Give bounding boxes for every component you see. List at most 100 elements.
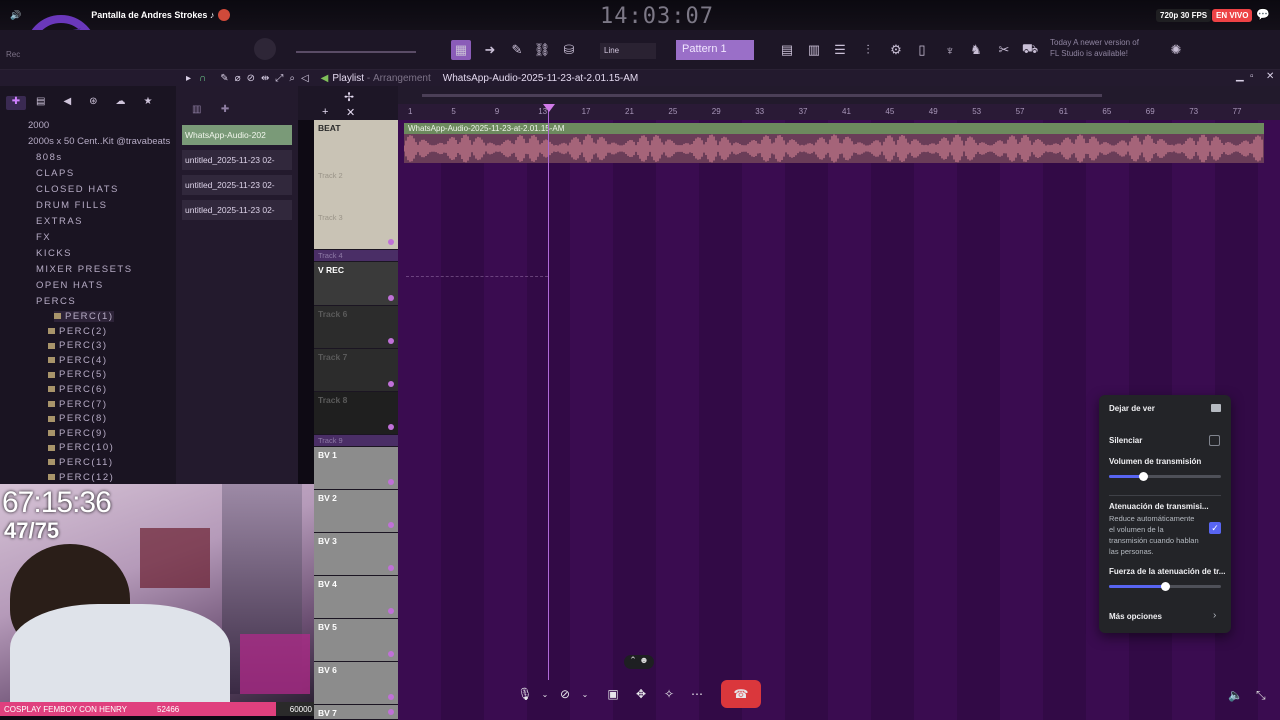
browser-file[interactable]: PERC(10) <box>48 442 114 453</box>
clip-item[interactable]: untitled_2025-11-23 02- <box>182 150 292 170</box>
playhead[interactable] <box>548 104 549 680</box>
mixer-icon[interactable]: ☰ <box>830 40 850 60</box>
timeline-ruler[interactable]: 1 5 9 13 17 21 25 29 33 37 41 45 49 53 57 61 65 69 73 77 <box>398 104 1280 120</box>
activities-icon[interactable]: ✥ <box>629 680 653 708</box>
clip-item[interactable]: WhatsApp-Audio-202 <box>182 125 292 145</box>
camera-options-chevron-icon[interactable]: ⌄ <box>573 680 597 708</box>
track-header[interactable]: Track 3 <box>314 210 398 224</box>
track-header[interactable]: Track 7 <box>314 349 398 392</box>
more-icon[interactable]: ⋯ <box>685 680 709 708</box>
browser-file[interactable]: PERC(1) <box>54 311 114 322</box>
track-select-dot[interactable] <box>388 424 394 430</box>
browser-folder[interactable]: PERCS <box>36 296 76 307</box>
fl-logo-icon[interactable]: ✺ <box>1166 40 1186 60</box>
browser-tab-icons[interactable]: ▤◀⊛☁★ <box>36 96 170 107</box>
plugin-icon[interactable]: ⚙ <box>886 40 906 60</box>
track-header[interactable]: Track 2 <box>314 168 398 182</box>
browser-add-icon[interactable]: ✚ <box>6 96 26 110</box>
track-select-dot[interactable] <box>388 694 394 700</box>
track-header[interactable]: BV 3 <box>314 533 398 576</box>
track-select-dot[interactable] <box>388 338 394 344</box>
soundboard-icon[interactable]: ✧ <box>657 680 681 708</box>
mute-checkbox[interactable] <box>1209 435 1220 446</box>
browser-folder[interactable]: MIXER PRESETS <box>36 264 133 275</box>
fullscreen-exit-icon[interactable]: ⤡ <box>1256 688 1266 703</box>
browser-file[interactable]: PERC(4) <box>48 355 108 366</box>
track-select-dot[interactable] <box>388 709 394 715</box>
snap-select[interactable]: Line <box>600 43 656 59</box>
browser-file[interactable]: PERC(12) <box>48 472 114 483</box>
browser-file[interactable]: PERC(7) <box>48 399 108 410</box>
browser-folder[interactable]: CLOSED HATS <box>36 184 119 195</box>
track-select-dot[interactable] <box>388 522 394 528</box>
track-header[interactable]: BEAT <box>314 120 398 250</box>
browser-file[interactable]: PERC(3) <box>48 340 108 351</box>
chevron-right-icon[interactable]: › <box>1213 610 1216 621</box>
track-select-dot[interactable] <box>388 295 394 301</box>
remove-track-icon[interactable]: ✕ <box>346 106 355 119</box>
clip-item[interactable]: untitled_2025-11-23 02- <box>182 175 292 195</box>
browser-folder[interactable]: EXTRAS <box>36 216 83 227</box>
channel-rack-icon[interactable]: ▥ <box>804 40 824 60</box>
stop-watching-icon[interactable] <box>1211 404 1221 412</box>
volume-slider[interactable] <box>1109 472 1221 481</box>
track-header[interactable]: Track 9 <box>314 435 398 447</box>
track-select-dot[interactable] <box>388 651 394 657</box>
track-header[interactable]: Track 4 <box>314 250 398 262</box>
play-icon[interactable]: ▸ <box>186 73 191 84</box>
clip-item[interactable]: untitled_2025-11-23 02- <box>182 200 292 220</box>
add-track-icon[interactable]: + <box>322 106 328 118</box>
master-pitch-slider[interactable] <box>296 51 416 53</box>
horizontal-scrollbar[interactable] <box>422 94 1102 97</box>
pattern-select[interactable]: Pattern 1 <box>676 40 754 60</box>
person-icon[interactable]: ♞ <box>966 40 986 60</box>
track-header[interactable]: BV 7 <box>314 705 398 720</box>
strength-slider[interactable] <box>1109 582 1221 591</box>
browser-file[interactable]: PERC(2) <box>48 326 108 337</box>
track-select-dot[interactable] <box>388 565 394 571</box>
magnet-icon[interactable]: ∩ <box>199 73 206 84</box>
disconnect-button[interactable]: ☎ <box>721 680 761 708</box>
track-select-dot[interactable] <box>388 239 394 245</box>
tools-icons[interactable]: ✎⌀⊘⇹⤢⌕◁ <box>220 73 314 84</box>
track-header[interactable]: BV 4 <box>314 576 398 619</box>
browser-file[interactable]: PERC(6) <box>48 384 108 395</box>
plug-icon[interactable]: ♆ <box>940 40 960 60</box>
browser-folder[interactable]: FX <box>36 232 51 243</box>
volume-icon[interactable]: 🔈 <box>1228 688 1243 702</box>
browser-folder[interactable]: 2000 <box>28 120 49 131</box>
browser-file[interactable]: PERC(5) <box>48 369 108 380</box>
close-icon[interactable]: ✕ <box>1266 71 1274 82</box>
more-options-label[interactable]: Más opciones <box>1109 612 1162 621</box>
browser-folder[interactable]: 808s <box>36 152 63 163</box>
maximize-icon[interactable]: ▫ <box>1250 71 1254 82</box>
track-select-dot[interactable] <box>388 381 394 387</box>
chat-icon[interactable]: 💬 <box>1256 8 1270 21</box>
browser-file[interactable]: PERC(11) <box>48 457 114 468</box>
stamp-icon[interactable]: ⛁ <box>559 40 579 60</box>
track-header[interactable]: Track 6 <box>314 306 398 349</box>
browser-folder[interactable]: 2000s x 50 Cent..Kit @travabeats <box>28 136 170 147</box>
cart-icon[interactable]: ⛟ <box>1020 40 1040 60</box>
piano-roll-icon[interactable]: ▦ <box>451 40 471 60</box>
track-header[interactable]: Track 8 <box>314 392 398 435</box>
file-icon[interactable]: ▯ <box>912 40 932 60</box>
screen-share-icon[interactable]: ▣ <box>601 680 625 708</box>
browser-folder[interactable]: KICKS <box>36 248 72 259</box>
mic-icon[interactable]: ✂ <box>994 40 1014 60</box>
volume-knob[interactable] <box>1138 472 1148 481</box>
arrow-right-icon[interactable]: ➜ <box>480 40 500 60</box>
track-header[interactable]: V REC <box>314 262 398 306</box>
clip-list-tools[interactable]: ▥ ✚ <box>192 104 229 115</box>
news-panel[interactable]: Today A newer version of FL Studio is av… <box>1050 38 1139 60</box>
song-clock[interactable]: 14:03:07 <box>600 4 714 29</box>
track-select-dot[interactable] <box>388 479 394 485</box>
playhead-marker[interactable] <box>543 104 555 112</box>
participants-toggle[interactable]: ⌃ ☻ <box>624 655 654 669</box>
browser-folder[interactable]: CLAPS <box>36 168 75 179</box>
playlist-mode[interactable]: Arrangement <box>373 73 431 84</box>
minimize-icon[interactable]: ▁ <box>1236 71 1244 82</box>
track-header[interactable]: BV 6 <box>314 662 398 705</box>
pencil-icon[interactable]: ✎ <box>507 40 527 60</box>
stop-watching-label[interactable]: Dejar de ver <box>1109 404 1155 413</box>
